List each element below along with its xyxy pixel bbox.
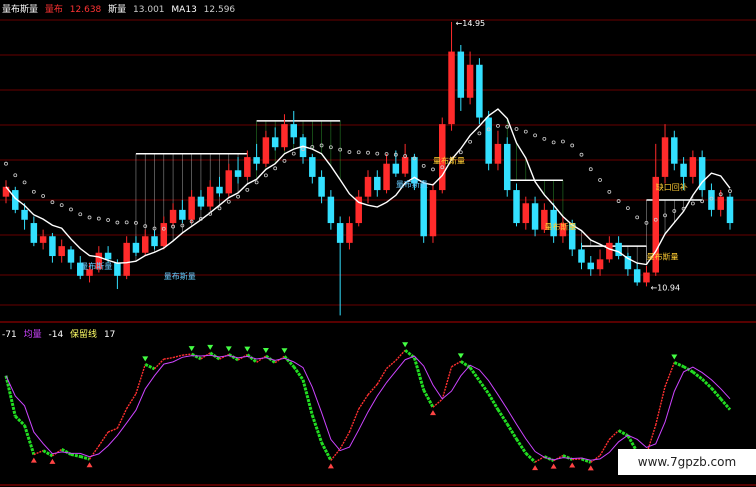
background — [0, 0, 756, 487]
candle-body — [216, 186, 223, 194]
candle-body — [234, 170, 242, 177]
price-low-label: ←10.94 — [650, 283, 680, 292]
sub-value-a: -71 — [2, 330, 17, 340]
sub-value-c: -14 — [48, 330, 64, 340]
indicator-name-2: 斯量 — [108, 5, 127, 15]
candle-body — [476, 64, 483, 118]
candle-body — [420, 183, 427, 237]
candle-body — [726, 196, 734, 224]
candle-body — [336, 223, 344, 243]
candle-body — [2, 186, 10, 197]
candle-body — [188, 196, 195, 220]
candle-body — [346, 223, 353, 243]
candle-body — [327, 196, 335, 224]
candle-body — [522, 203, 530, 224]
candle-body — [21, 209, 28, 220]
sub-label-b: 均量 — [23, 330, 42, 340]
candle-body — [290, 124, 297, 138]
candle-body — [225, 170, 233, 194]
candle-body — [169, 209, 177, 224]
sub-header: -71 均量 -14 保留线 17 — [2, 327, 119, 340]
chart-canvas: ←14.95←10.94量布斯量量布斯量量布斯量量布斯量量布斯量缺口回补量布斯量 — [0, 0, 756, 487]
candle-body — [680, 163, 687, 177]
candle-body — [49, 236, 56, 257]
candle-body — [633, 269, 641, 283]
chart-annotation: 量布斯量 — [80, 261, 112, 271]
chart-annotation: 量布斯量 — [544, 222, 576, 232]
candle-body — [281, 124, 288, 148]
candle-body — [30, 223, 38, 243]
indicator-name-3: MA13 — [171, 5, 197, 15]
candle-body — [383, 163, 390, 191]
candle-body — [457, 51, 465, 98]
watermark: www.7gpzb.com — [618, 449, 756, 475]
candle-body — [253, 157, 260, 164]
indicator-name: 量布斯量 — [2, 5, 39, 15]
indicator-value-1: 12.638 — [69, 5, 102, 15]
candle-body — [374, 176, 381, 191]
chart-annotation: 缺口回补 — [656, 182, 688, 192]
candle-body — [401, 157, 409, 174]
sub-value-e: 17 — [103, 330, 116, 340]
indicator-label: 量布 — [44, 5, 63, 15]
candle-body — [661, 137, 669, 177]
candle-body — [206, 186, 214, 207]
chart-annotation: 量布斯量 — [433, 156, 465, 166]
candle-body — [578, 249, 585, 263]
chart-annotation: 量布斯量 — [646, 251, 678, 261]
candle-body — [717, 196, 724, 210]
candle-body — [151, 236, 158, 247]
sub-label-d: 保留线 — [70, 330, 98, 340]
price-high-label: ←14.95 — [456, 19, 486, 28]
chart-annotation: 量布斯量 — [396, 179, 428, 189]
candle-body — [123, 242, 130, 276]
candle-body — [606, 242, 613, 260]
candle-body — [587, 262, 595, 270]
candle-body — [271, 137, 279, 148]
candle-body — [58, 246, 65, 257]
main-header: 量布斯量 量布 12.638 斯量 13.001 MA13 12.596 — [2, 2, 239, 15]
candle-body — [503, 143, 511, 191]
candle-body — [114, 262, 121, 276]
candle-body — [39, 236, 47, 243]
candle-body — [141, 236, 149, 253]
candle-body — [392, 163, 400, 174]
indicator-value-2: 13.001 — [133, 5, 165, 15]
indicator-value-3: 12.596 — [203, 5, 236, 15]
candle-body — [104, 252, 112, 260]
candle-body — [494, 143, 502, 164]
candle-body — [671, 137, 678, 164]
candle-body — [596, 259, 604, 270]
candle-body — [244, 157, 251, 177]
chart-annotation: 量布斯量 — [164, 271, 196, 281]
candle-body — [448, 51, 455, 125]
candle-body — [466, 64, 474, 98]
candle-body — [197, 196, 205, 207]
candle-body — [179, 209, 186, 220]
candle-body — [364, 176, 372, 197]
candle-body — [643, 272, 650, 283]
candle-body — [67, 249, 75, 263]
candle-body — [160, 223, 168, 247]
candle-body — [513, 190, 520, 224]
candle-body — [689, 157, 697, 177]
candle-body — [531, 203, 539, 230]
candle-body — [485, 117, 492, 164]
osc-segment — [572, 458, 582, 461]
candle-body — [429, 190, 437, 237]
candle-body — [132, 242, 140, 253]
candle-body — [309, 157, 316, 177]
candle-body — [318, 176, 325, 197]
candle-body — [262, 137, 270, 164]
